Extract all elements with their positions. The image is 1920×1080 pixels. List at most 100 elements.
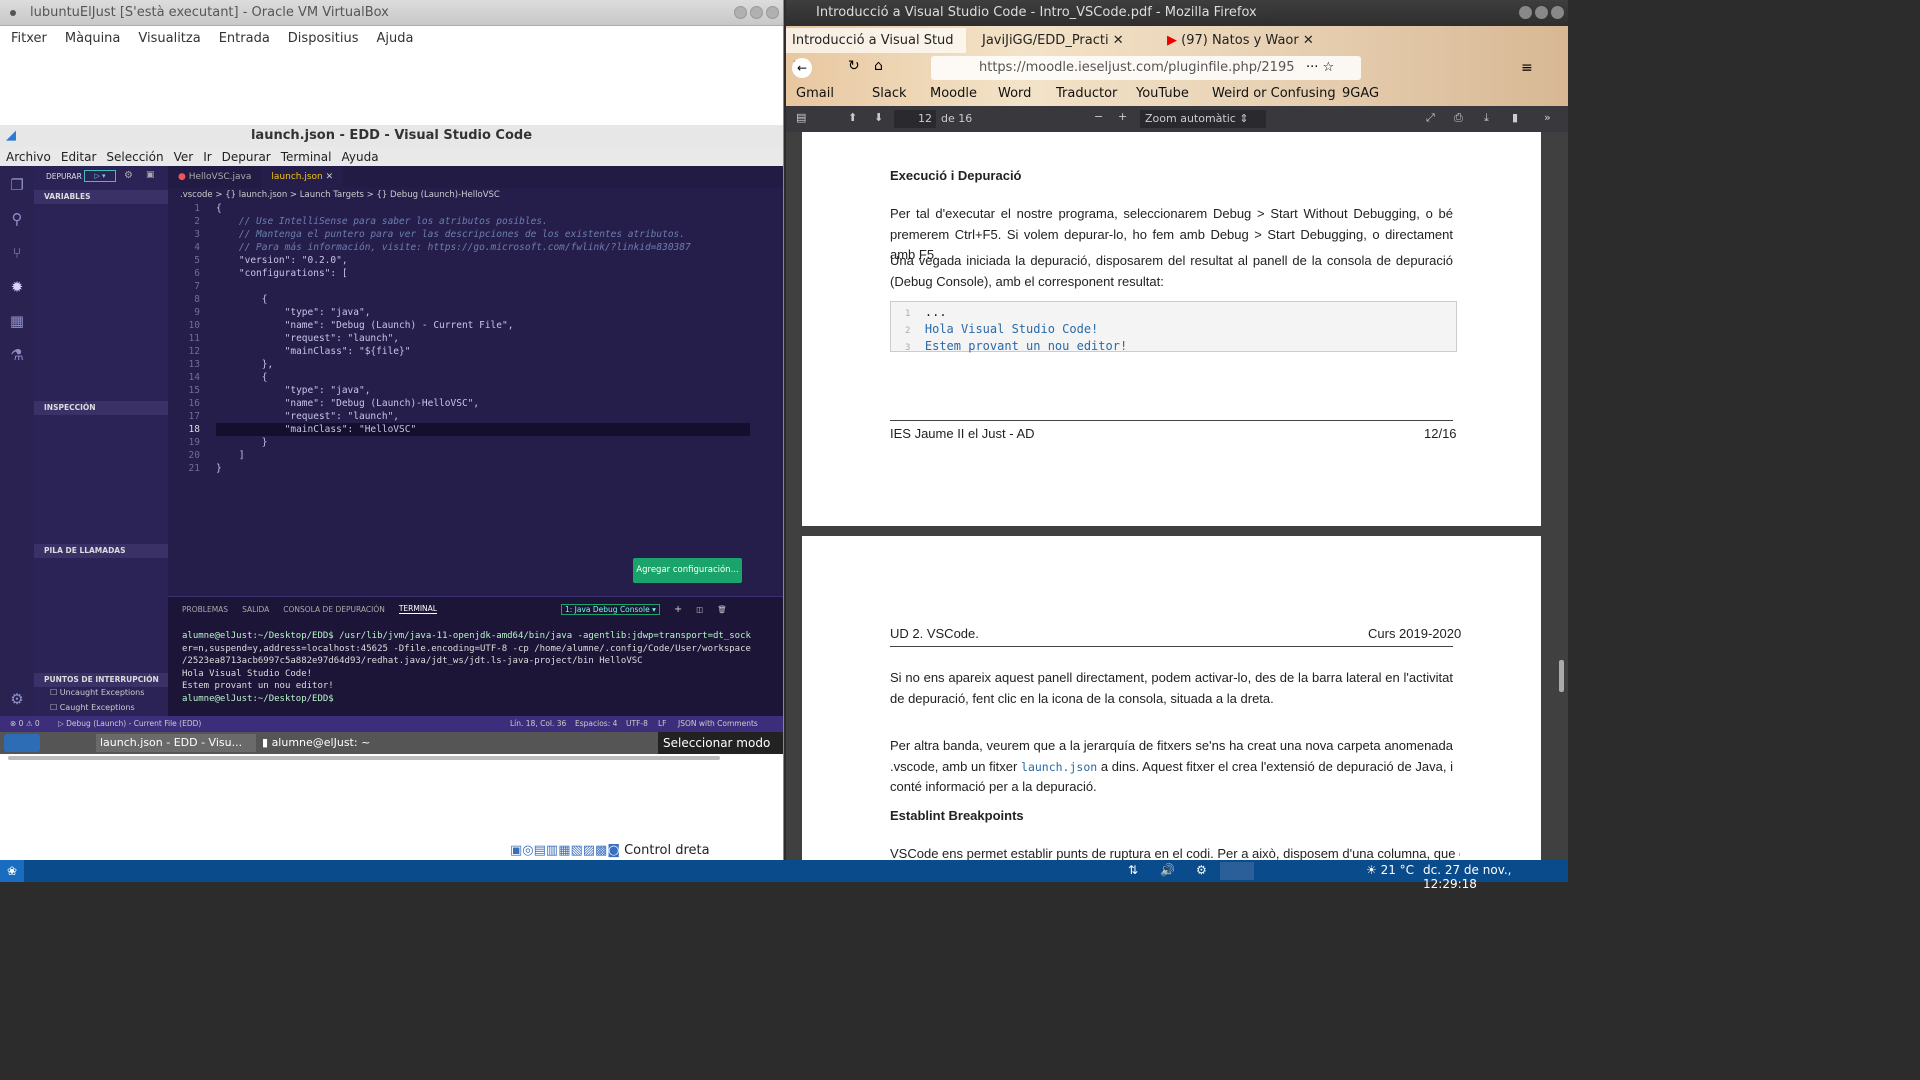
clock[interactable]: dc. 27 de nov., 12:29:18 <box>1423 863 1568 891</box>
crumb-targets[interactable]: Launch Targets <box>300 190 364 200</box>
print-icon[interactable]: ⎙ <box>1454 111 1463 125</box>
minimize-button[interactable] <box>734 6 747 19</box>
more-tools-icon[interactable]: » <box>1544 111 1551 124</box>
breakpoint-uncaught[interactable]: ☐ Uncaught Exceptions <box>50 688 144 697</box>
crumb-config[interactable]: {} Debug (Launch)-HelloVSC <box>377 190 500 200</box>
maximize-button[interactable] <box>750 6 763 19</box>
zoom-select[interactable]: Zoom automàtic ⇕ <box>1140 110 1266 128</box>
hamburger-menu-icon[interactable]: ≡ <box>1521 60 1533 76</box>
bookmark-icon[interactable]: ▮ <box>1512 111 1518 124</box>
search-icon[interactable]: ⚲ <box>8 210 26 228</box>
menu-terminal[interactable]: Terminal <box>281 150 332 164</box>
section-callstack[interactable]: PILA DE LLAMADAS <box>34 544 168 558</box>
bookmark-word[interactable]: Word <box>998 86 1031 101</box>
vm-start-icon[interactable] <box>4 734 40 752</box>
status-indent[interactable]: Espacios: 4 <box>575 716 617 732</box>
tray-apps-icon[interactable] <box>1220 862 1254 880</box>
status-problems[interactable]: ⊗ 0 ⚠ 0 <box>10 716 40 732</box>
host-key-indicator[interactable]: ▣◎▤▥▦▧▨▩◙ Control dreta <box>510 843 710 858</box>
terminal-output[interactable]: alumne@elJust:~/Desktop/EDD$ /usr/lib/jv… <box>182 630 751 705</box>
ff-minimize-button[interactable] <box>1519 6 1532 19</box>
vm-task-terminal[interactable]: ▮ alumne@elJust: ~ <box>262 734 370 752</box>
tab-debug-console[interactable]: CONSOLA DE DEPURACIÓN <box>283 605 385 614</box>
status-eol[interactable]: LF <box>658 716 667 732</box>
bookmark-9gag[interactable]: 9GAG <box>1342 86 1379 101</box>
network-icon[interactable]: ⇅ <box>1128 863 1138 877</box>
tab-youtube[interactable]: ▶ (97) Natos y Waor ✕ <box>1161 28 1331 53</box>
bookmark-youtube[interactable]: YouTube <box>1136 86 1189 101</box>
menu-depurar[interactable]: Depurar <box>222 150 271 164</box>
explorer-icon[interactable]: ❐ <box>8 176 26 194</box>
tab-output[interactable]: SALIDA <box>242 605 269 614</box>
tab-problems[interactable]: PROBLEMAS <box>182 605 228 614</box>
menu-fitxer[interactable]: Fitxer <box>11 31 47 46</box>
reload-icon[interactable]: ↻ <box>848 58 860 74</box>
tab-github[interactable]: JaviJiGG/EDD_Practi ✕ <box>976 28 1151 53</box>
next-page-icon[interactable]: ⬇ <box>874 111 883 124</box>
close-button[interactable] <box>766 6 779 19</box>
bookmark-weird[interactable]: Weird or Confusing <box>1212 86 1336 101</box>
debug-icon[interactable]: ✹ <box>8 278 26 296</box>
ff-maximize-button[interactable] <box>1535 6 1548 19</box>
bookmark-slack[interactable]: Slack <box>872 86 907 101</box>
console-icon[interactable]: ▣ <box>146 170 155 180</box>
section-variables[interactable]: VARIABLES <box>34 190 168 204</box>
bookmark-traductor[interactable]: Traductor <box>1056 86 1117 101</box>
status-position[interactable]: Lín. 18, Col. 36 <box>510 716 566 732</box>
add-configuration-button[interactable]: Agregar configuración... <box>633 558 742 583</box>
menu-ajuda[interactable]: Ajuda <box>377 31 414 46</box>
zoom-out-icon[interactable]: − <box>1094 110 1103 123</box>
crumb-vscode[interactable]: .vscode <box>180 190 213 200</box>
split-terminal-icon[interactable]: ◫ <box>696 605 703 614</box>
run-debug-button[interactable]: ▷ ▾ <box>84 170 116 182</box>
download-icon[interactable]: ⤓ <box>1484 111 1489 125</box>
tab-hellovsc[interactable]: ● HelloVSC.java <box>168 166 261 188</box>
tab-pdf[interactable]: Introducció a Visual Stud ✕ <box>786 28 966 73</box>
source-control-icon[interactable]: ⑂ <box>8 244 26 262</box>
settings-icon[interactable]: ⚙ <box>1196 863 1207 877</box>
vbox-titlebar[interactable]: lubuntuElJust [S'està executant] - Oracl… <box>0 0 783 26</box>
status-language[interactable]: JSON with Comments <box>678 716 758 732</box>
bookmark-moodle[interactable]: Moodle <box>930 86 977 101</box>
pdf-scrollbar[interactable] <box>1559 660 1564 692</box>
tab-launch-json[interactable]: launch.json ✕ <box>261 166 344 188</box>
window-menu-icon[interactable] <box>10 9 16 16</box>
trash-icon[interactable]: 🗑 <box>717 605 727 614</box>
breakpoint-caught[interactable]: ☐ Caught Exceptions <box>50 703 135 712</box>
menu-archivo[interactable]: Archivo <box>6 150 51 164</box>
section-breakpoints[interactable]: PUNTOS DE INTERRUPCIÓN <box>34 673 168 687</box>
extensions-icon[interactable]: ▦ <box>8 312 26 330</box>
prev-page-icon[interactable]: ⬆ <box>848 111 857 124</box>
new-terminal-icon[interactable]: + <box>674 604 682 615</box>
status-debug[interactable]: ▷ Debug (Launch) - Current File (EDD) <box>58 716 201 732</box>
menu-seleccion[interactable]: Selección <box>106 150 163 164</box>
menu-ver[interactable]: Ver <box>174 150 194 164</box>
menu-editar[interactable]: Editar <box>61 150 97 164</box>
firefox-titlebar[interactable]: Introducció a Visual Studio Code - Intro… <box>786 0 1568 26</box>
bookmark-gmail[interactable]: Gmail <box>796 86 834 101</box>
menu-ir[interactable]: Ir <box>203 150 211 164</box>
home-icon[interactable]: ⌂ <box>874 58 883 74</box>
menu-visualitza[interactable]: Visualitza <box>138 31 200 46</box>
menu-entrada[interactable]: Entrada <box>219 31 270 46</box>
vm-task-vscode[interactable]: launch.json - EDD - Visu... <box>96 734 256 752</box>
test-icon[interactable]: ⚗ <box>8 346 26 364</box>
menu-ayuda[interactable]: Ayuda <box>341 150 378 164</box>
gear-icon[interactable]: ⚙ <box>124 170 133 181</box>
url-bar[interactable]: https://moodle.ieseljust.com/pluginfile.… <box>931 56 1361 80</box>
settings-gear-icon[interactable]: ⚙ <box>8 690 26 708</box>
status-encoding[interactable]: UTF-8 <box>626 716 648 732</box>
sidebar-toggle-icon[interactable]: ▤ <box>796 111 806 124</box>
page-number-input[interactable]: 12 <box>894 110 936 128</box>
fullscreen-icon[interactable]: ⤢ <box>1426 111 1435 125</box>
menu-dispositius[interactable]: Dispositius <box>288 31 359 46</box>
host-start-icon[interactable]: ❀ <box>0 860 24 882</box>
section-watch[interactable]: INSPECCIÓN <box>34 401 168 415</box>
terminal-select[interactable]: 1: Java Debug Console ▾ <box>560 603 660 615</box>
crumb-file[interactable]: {} launch.json <box>225 190 287 200</box>
horizontal-scrollbar[interactable] <box>8 756 720 760</box>
ff-close-button[interactable] <box>1551 6 1564 19</box>
zoom-in-icon[interactable]: + <box>1118 110 1127 123</box>
menu-maquina[interactable]: Màquina <box>65 31 121 46</box>
volume-icon[interactable]: 🔊 <box>1160 863 1175 877</box>
